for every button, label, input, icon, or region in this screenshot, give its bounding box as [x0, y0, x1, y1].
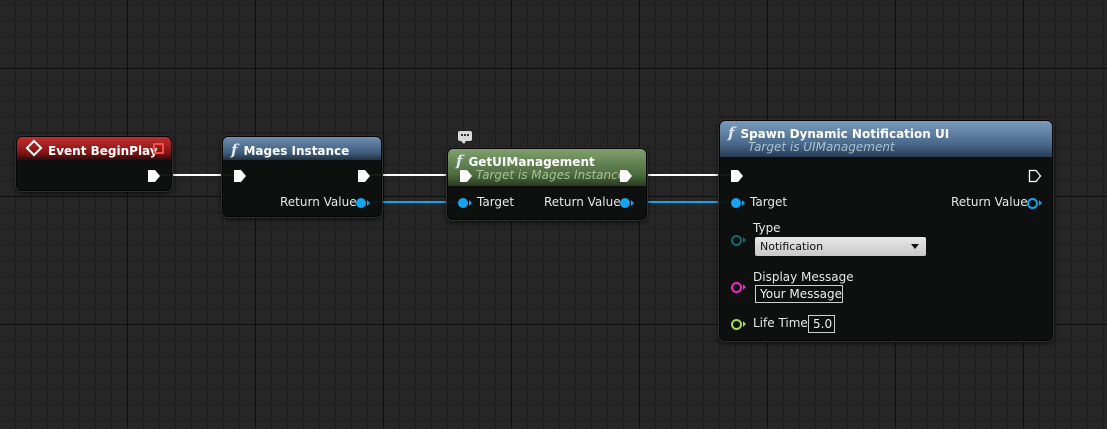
event-beginplay-header[interactable]: Event BeginPlay — [17, 137, 171, 160]
spawn-notification-header[interactable]: f Spawn Dynamic Notification UI Target is… — [720, 121, 1052, 157]
return-value-pin[interactable] — [1027, 198, 1042, 209]
spawn-notification-subtitle: Target is UIManagement — [748, 140, 895, 154]
function-icon: f — [231, 141, 238, 159]
target-label: Target — [477, 195, 515, 209]
exec-in-pin[interactable] — [459, 169, 473, 183]
mages-instance-node[interactable]: f Mages Instance Return Value — [222, 136, 382, 217]
function-icon: f — [728, 124, 735, 142]
spawn-notification-node[interactable]: f Spawn Dynamic Notification UI Target is… — [719, 120, 1053, 341]
exec-out-pin[interactable] — [357, 169, 371, 183]
exec-in-pin[interactable] — [730, 169, 744, 183]
exec-out-pin[interactable] — [147, 169, 161, 183]
target-pin[interactable] — [458, 198, 472, 208]
get-ui-management-subtitle: Target is Mages Instance — [476, 168, 626, 182]
exec-out-pin[interactable] — [619, 169, 633, 183]
exec-out-pin[interactable] — [1028, 169, 1042, 183]
type-pin[interactable] — [731, 235, 746, 246]
function-icon: f — [456, 152, 463, 170]
life-time-pin[interactable] — [731, 319, 746, 330]
target-label: Target — [750, 195, 788, 209]
event-beginplay-title: Event BeginPlay — [48, 144, 158, 158]
get-ui-management-title: GetUIManagement — [468, 155, 595, 169]
get-ui-management-header[interactable]: f GetUIManagement Target is Mages Instanc… — [448, 149, 646, 186]
get-ui-management-node[interactable]: f GetUIManagement Target is Mages Instanc… — [447, 148, 647, 220]
delegate-pin-icon[interactable] — [153, 143, 164, 154]
display-message-label: Display Message — [753, 270, 854, 284]
type-label: Type — [753, 221, 781, 235]
chevron-down-icon — [911, 244, 919, 249]
exec-in-pin[interactable] — [233, 169, 247, 183]
display-message-pin[interactable] — [731, 282, 746, 293]
event-diamond-icon — [25, 139, 43, 157]
return-value-label: Return Value — [951, 195, 1028, 209]
return-value-label: Return Value — [544, 195, 621, 209]
type-dropdown-value: Notification — [760, 240, 824, 253]
life-time-field[interactable]: 5.0 — [808, 315, 835, 333]
life-time-label: Life Time — [753, 316, 808, 330]
return-value-pin[interactable] — [356, 198, 370, 208]
mages-instance-title: Mages Instance — [243, 144, 350, 158]
display-message-field[interactable]: Your Message — [755, 285, 843, 303]
mages-instance-header[interactable]: f Mages Instance — [223, 137, 381, 160]
comment-bubble-icon[interactable] — [458, 131, 472, 144]
type-dropdown[interactable]: Notification — [755, 237, 926, 256]
return-value-label: Return Value — [280, 195, 357, 209]
return-value-pin[interactable] — [620, 198, 634, 208]
spawn-notification-title: Spawn Dynamic Notification UI — [740, 127, 950, 141]
target-pin[interactable] — [731, 198, 745, 208]
event-beginplay-node[interactable]: Event BeginPlay — [16, 136, 172, 191]
